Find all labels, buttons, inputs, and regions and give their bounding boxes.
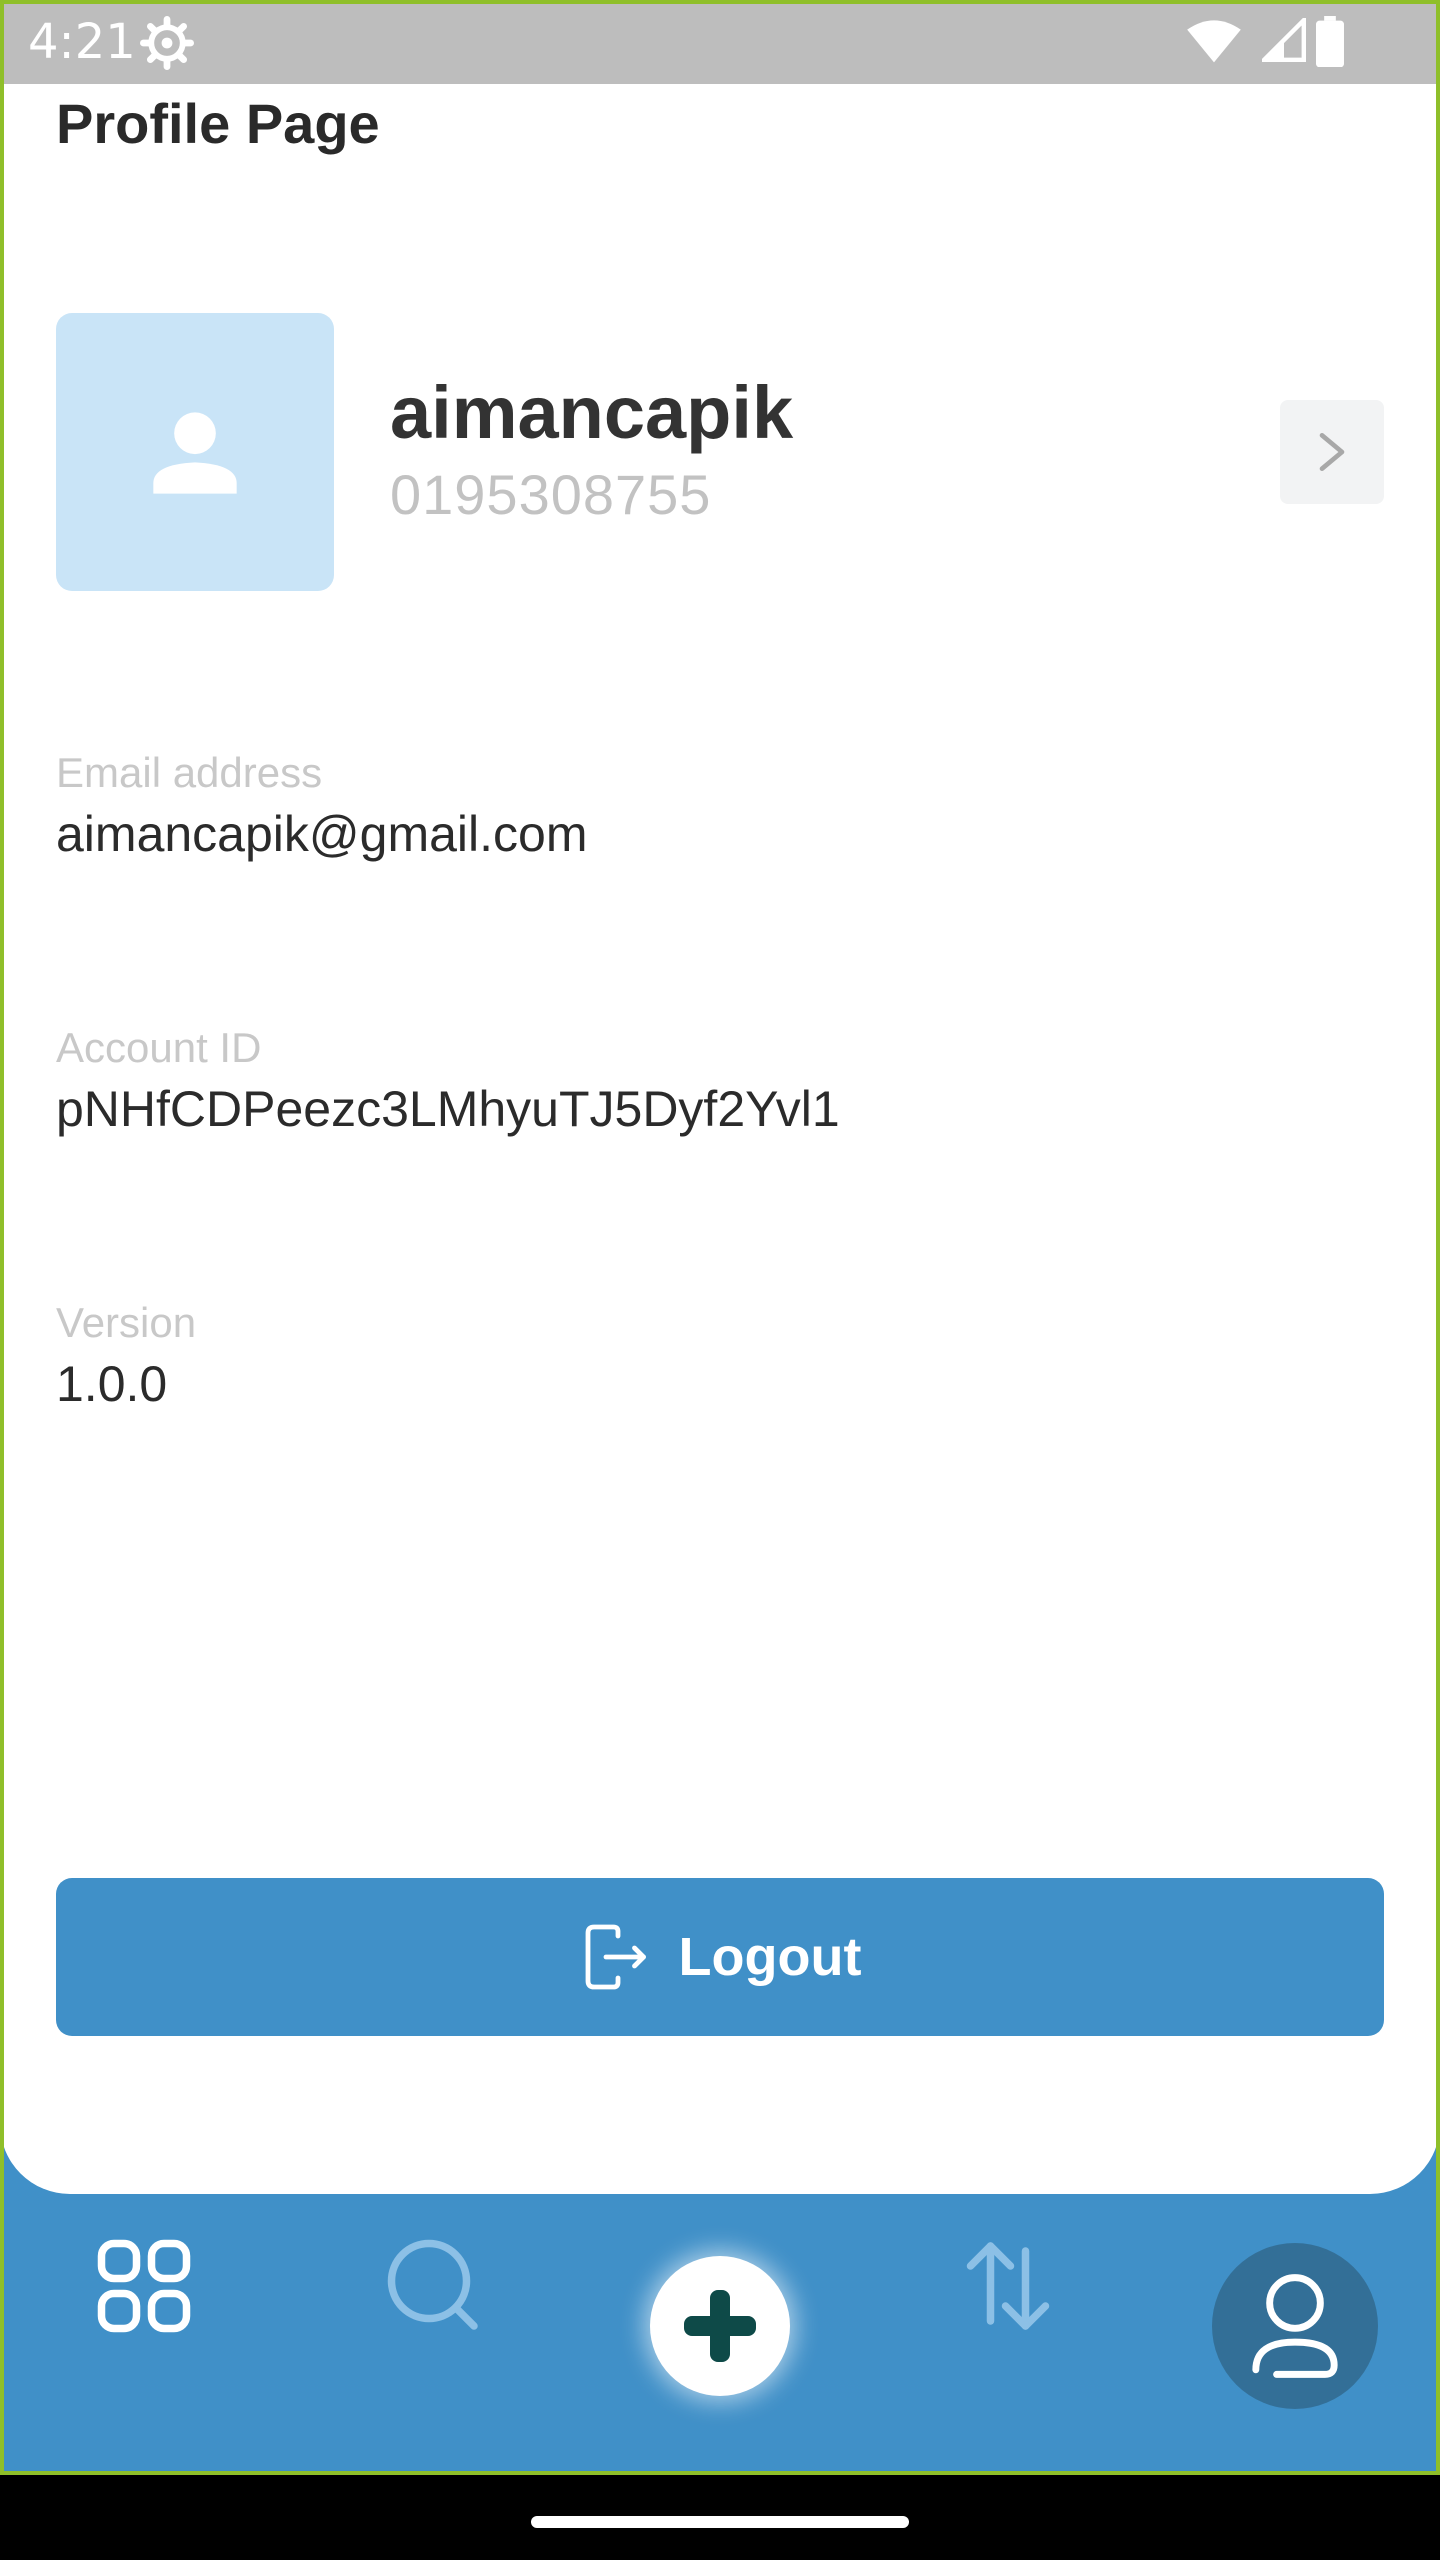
logout-icon: [585, 1924, 646, 1990]
transfer-icon: [966, 2242, 1050, 2330]
logout-button[interactable]: Logout: [56, 1878, 1384, 2036]
home-indicator[interactable]: [531, 2516, 909, 2528]
gear-icon: [140, 16, 194, 70]
status-bar: 4:21: [0, 0, 1440, 84]
wifi-icon: [1186, 18, 1242, 64]
account-id-label: Account ID: [56, 1024, 262, 1071]
battery-icon: [1316, 16, 1344, 68]
nav-search[interactable]: [384, 2236, 484, 2336]
email-value: aimancapik@gmail.com: [56, 806, 588, 862]
add-icon: [684, 2290, 756, 2362]
version-value: 1.0.0: [56, 1356, 168, 1412]
dashboard-icon: [97, 2239, 191, 2333]
chevron-right-icon: [1319, 433, 1345, 471]
nav-dashboard[interactable]: [94, 2236, 194, 2336]
status-time: 4:21: [28, 14, 136, 70]
search-icon: [387, 2239, 478, 2330]
nav-add-button[interactable]: [650, 2256, 790, 2396]
phone-number: 0195308755: [390, 463, 712, 526]
email-label: Email address: [56, 749, 323, 796]
nav-transfer[interactable]: [958, 2236, 1058, 2336]
version-label: Version: [56, 1299, 197, 1346]
person-icon: [153, 412, 237, 494]
edit-profile-button[interactable]: [1280, 400, 1384, 504]
logout-label: Logout: [678, 1927, 862, 1987]
avatar: [56, 313, 334, 591]
account-id-value: pNHfCDPeezc3LMhyuTJ5Dyf2Yvl1: [56, 1081, 840, 1137]
nav-profile[interactable]: [1212, 2243, 1378, 2409]
page-title: Profile Page: [56, 92, 380, 155]
signal-icon: [1258, 14, 1306, 64]
profile-icon: [1252, 2274, 1338, 2378]
username: aimancapik: [390, 371, 794, 454]
